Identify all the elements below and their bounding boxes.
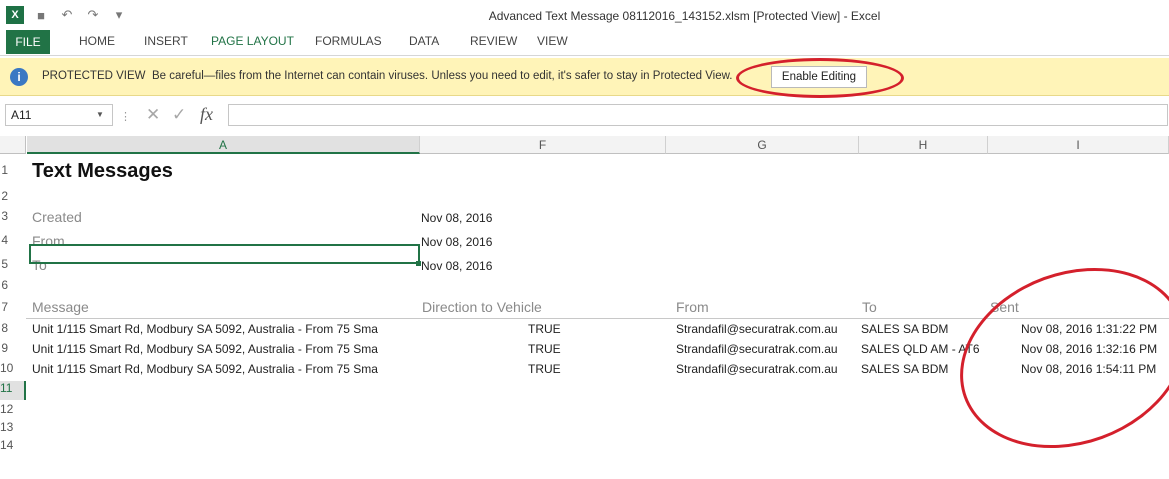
row-header[interactable]: 9 xyxy=(0,341,26,360)
tab-review[interactable]: REVIEW xyxy=(470,34,517,48)
window-title: Advanced Text Message 08112016_143152.xl… xyxy=(488,9,881,23)
meta-label-created: Created xyxy=(32,209,82,225)
cell-message[interactable]: Unit 1/115 Smart Rd, Modbury SA 5092, Au… xyxy=(32,322,418,336)
annotation-circle xyxy=(736,58,904,98)
column-header-f[interactable]: F xyxy=(420,136,666,154)
row-header[interactable]: 10 xyxy=(0,361,26,380)
row-header[interactable]: 12 xyxy=(0,402,26,421)
column-header-i[interactable]: I xyxy=(988,136,1169,154)
row-header-selected[interactable]: 11 xyxy=(0,381,26,400)
ribbon-tabs: FILE HOME INSERT PAGE LAYOUT FORMULAS DA… xyxy=(0,30,1169,56)
sheet-title: Text Messages xyxy=(32,160,173,182)
cell-from[interactable]: Strandafil@securatrak.com.au xyxy=(676,342,838,356)
row-header[interactable]: 6 xyxy=(0,278,26,297)
row-header[interactable]: 13 xyxy=(0,420,26,439)
row-header[interactable]: 3 xyxy=(0,209,26,228)
protected-view-bar: i PROTECTED VIEW Be careful—files from t… xyxy=(0,58,1169,96)
enter-check-icon[interactable]: ✓ xyxy=(172,105,186,125)
row-header[interactable]: 2 xyxy=(0,189,26,208)
title-bar: X ■ ↶ ↷ ▾ Advanced Text Message 08112016… xyxy=(0,0,1169,32)
tab-view[interactable]: VIEW xyxy=(537,34,568,48)
formula-input[interactable] xyxy=(228,104,1168,126)
cell-to[interactable]: SALES SA BDM xyxy=(861,362,948,376)
select-all-corner[interactable] xyxy=(0,136,26,154)
meta-value-from: Nov 08, 2016 xyxy=(421,235,493,249)
column-label-to: To xyxy=(862,299,877,315)
fill-handle[interactable] xyxy=(416,261,421,266)
meta-value-to: Nov 08, 2016 xyxy=(421,259,493,273)
tab-data[interactable]: DATA xyxy=(409,34,439,48)
protected-view-label: PROTECTED VIEW xyxy=(42,70,146,82)
column-label-message: Message xyxy=(32,299,89,315)
cell-direction[interactable]: TRUE xyxy=(528,362,561,376)
column-label-direction: Direction to Vehicle xyxy=(422,299,542,315)
row-header[interactable]: 5 xyxy=(0,257,26,276)
cell-to[interactable]: SALES SA BDM xyxy=(861,322,948,336)
row-header[interactable]: 14 xyxy=(0,438,26,457)
tab-home[interactable]: HOME xyxy=(79,34,115,48)
tab-file[interactable]: FILE xyxy=(6,30,50,54)
row-header[interactable]: 4 xyxy=(0,233,26,252)
formula-bar: A11 ▼ ⋮ ✕ ✓ fx xyxy=(0,101,1169,129)
row-header[interactable]: 8 xyxy=(0,321,26,340)
row-header[interactable]: 1 xyxy=(0,163,26,182)
column-label-from: From xyxy=(676,299,709,315)
selected-cell-a11[interactable] xyxy=(29,244,420,264)
cell-from[interactable]: Strandafil@securatrak.com.au xyxy=(676,322,838,336)
info-shield-icon: i xyxy=(10,68,28,86)
cell-message[interactable]: Unit 1/115 Smart Rd, Modbury SA 5092, Au… xyxy=(32,362,418,376)
tab-insert[interactable]: INSERT xyxy=(144,34,188,48)
formula-bar-separator-icon: ⋮ xyxy=(120,111,131,123)
protected-view-message: Be careful—files from the Internet can c… xyxy=(152,70,733,82)
cell-direction[interactable]: TRUE xyxy=(528,322,561,336)
cell-direction[interactable]: TRUE xyxy=(528,342,561,356)
row-header[interactable]: 7 xyxy=(0,300,26,319)
name-box-dropdown-icon[interactable]: ▼ xyxy=(96,110,104,119)
column-header-h[interactable]: H xyxy=(859,136,988,154)
column-header-a[interactable]: A xyxy=(27,136,420,154)
meta-value-created: Nov 08, 2016 xyxy=(421,211,493,225)
tab-formulas[interactable]: FORMULAS xyxy=(315,34,382,48)
column-header-g[interactable]: G xyxy=(666,136,859,154)
cell-from[interactable]: Strandafil@securatrak.com.au xyxy=(676,362,838,376)
tab-page-layout[interactable]: PAGE LAYOUT xyxy=(211,34,294,48)
insert-function-icon[interactable]: fx xyxy=(200,104,213,125)
cell-message[interactable]: Unit 1/115 Smart Rd, Modbury SA 5092, Au… xyxy=(32,342,418,356)
cancel-icon[interactable]: ✕ xyxy=(146,105,160,125)
